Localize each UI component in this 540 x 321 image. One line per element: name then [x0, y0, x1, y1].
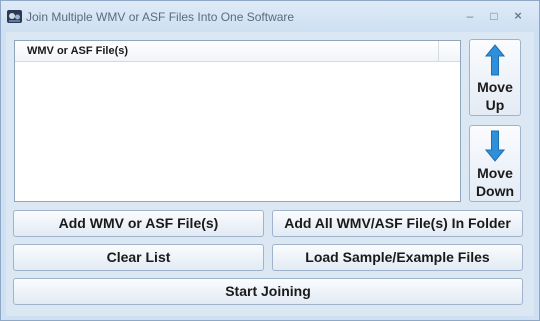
arrow-down-icon [485, 130, 505, 162]
minimize-button[interactable]: – [460, 7, 480, 25]
move-down-button[interactable]: Move Down [469, 125, 521, 202]
client-area: WMV or ASF File(s) Move Up Move Down Add… [6, 32, 534, 316]
move-down-label-line2: Down [475, 183, 515, 199]
column-header-files[interactable]: WMV or ASF File(s) [15, 41, 439, 61]
window-title: Join Multiple WMV or ASF Files Into One … [26, 10, 295, 24]
move-up-label-line1: Move [477, 79, 513, 95]
title-bar[interactable]: Join Multiple WMV or ASF Files Into One … [1, 1, 539, 33]
app-icon [7, 10, 22, 23]
maximize-button[interactable]: □ [484, 7, 504, 25]
arrow-up-icon [485, 44, 505, 76]
move-up-label-line2: Up [485, 97, 505, 113]
clear-list-button[interactable]: Clear List [13, 244, 264, 271]
add-files-button[interactable]: Add WMV or ASF File(s) [13, 210, 264, 237]
add-folder-button[interactable]: Add All WMV/ASF File(s) In Folder [272, 210, 523, 237]
file-list[interactable]: WMV or ASF File(s) [14, 40, 461, 202]
load-sample-button[interactable]: Load Sample/Example Files [272, 244, 523, 271]
list-header: WMV or ASF File(s) [15, 41, 460, 62]
move-down-label-line1: Move [477, 165, 513, 181]
start-joining-button[interactable]: Start Joining [13, 278, 523, 305]
move-up-button[interactable]: Move Up [469, 39, 521, 116]
close-button[interactable]: × [508, 7, 528, 25]
app-window: Join Multiple WMV or ASF Files Into One … [0, 0, 540, 321]
